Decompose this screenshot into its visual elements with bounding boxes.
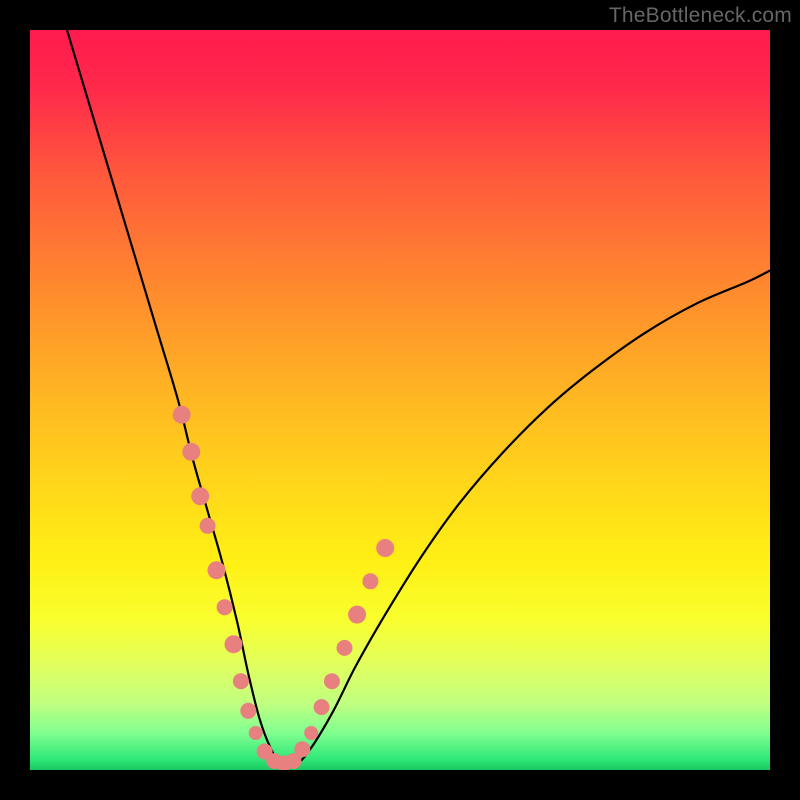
data-marker — [173, 406, 191, 424]
data-marker — [225, 635, 243, 653]
data-marker — [200, 518, 216, 534]
data-marker — [191, 487, 209, 505]
data-marker — [376, 539, 394, 557]
bottleneck-curve — [67, 30, 770, 766]
data-marker — [362, 573, 378, 589]
curve-layer — [30, 30, 770, 770]
data-marker — [240, 703, 256, 719]
data-marker — [348, 606, 366, 624]
data-marker — [337, 640, 353, 656]
watermark: TheBottleneck.com — [609, 4, 792, 28]
data-marker — [217, 599, 233, 615]
data-marker — [294, 741, 310, 757]
data-marker — [207, 561, 225, 579]
plot-area — [30, 30, 770, 770]
data-marker — [304, 726, 318, 740]
marker-group — [173, 406, 395, 770]
data-marker — [249, 726, 263, 740]
chart-frame: TheBottleneck.com — [0, 0, 800, 800]
data-marker — [324, 673, 340, 689]
data-marker — [182, 443, 200, 461]
data-marker — [314, 699, 330, 715]
data-marker — [233, 673, 249, 689]
